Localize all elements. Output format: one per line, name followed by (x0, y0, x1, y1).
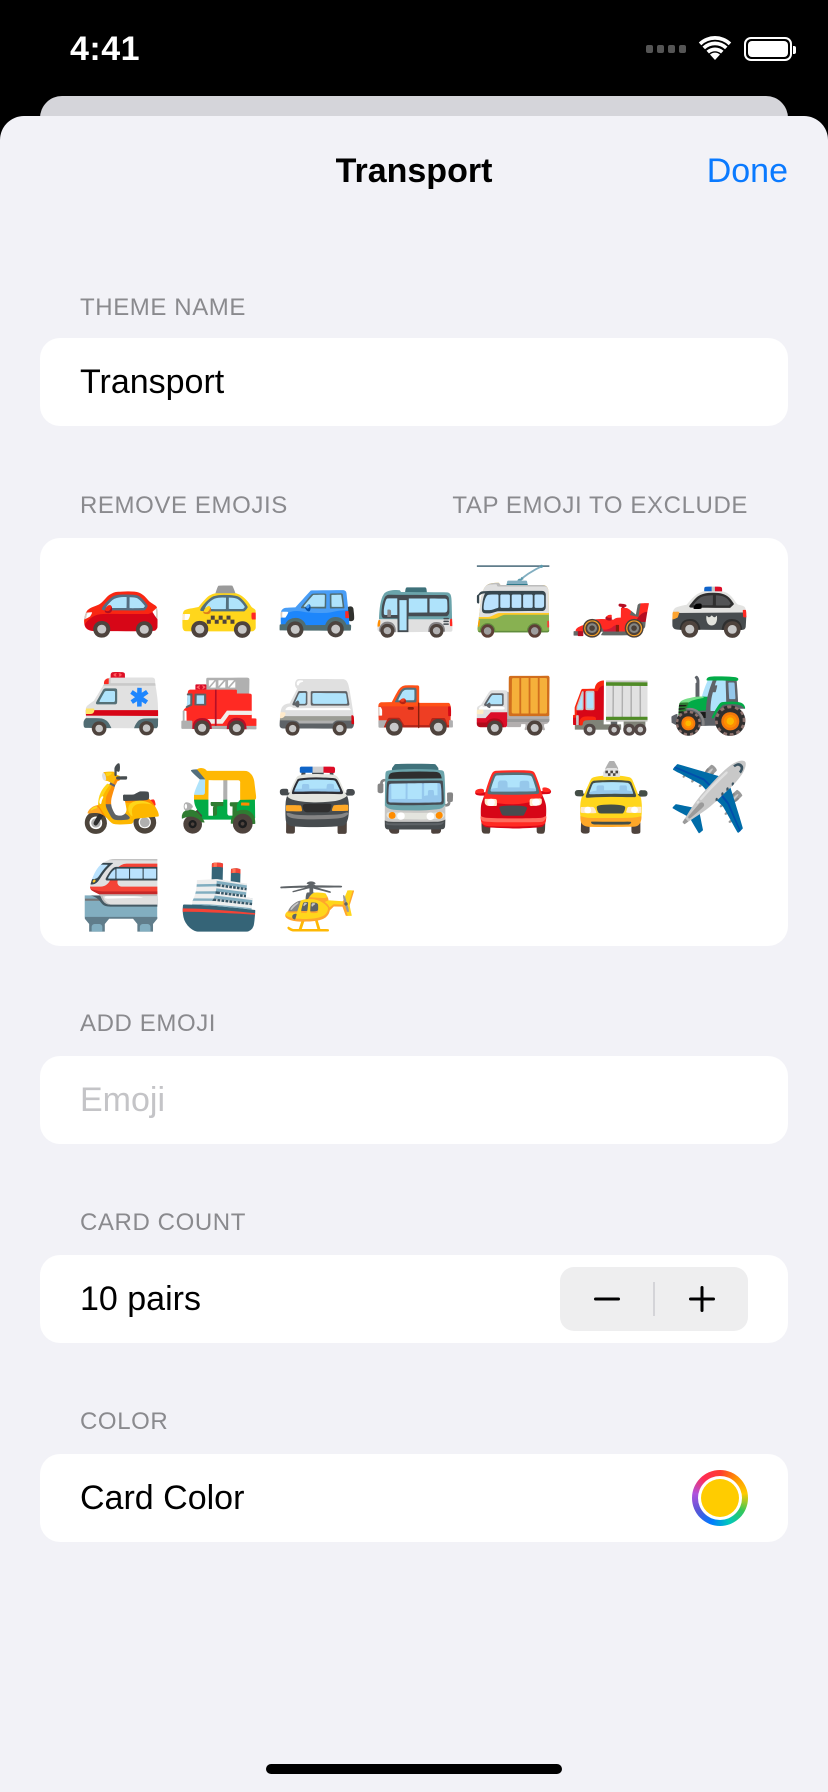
emoji-item[interactable]: 🚚 (472, 660, 554, 740)
home-indicator (266, 1764, 562, 1774)
color-picker-button[interactable] (692, 1470, 748, 1526)
theme-name-input[interactable] (80, 362, 748, 402)
emoji-item[interactable]: 🚁 (276, 856, 358, 936)
emoji-item[interactable]: 🛻 (374, 660, 456, 740)
emoji-item[interactable]: 🚔 (276, 758, 358, 838)
emoji-item[interactable]: 🚖 (570, 758, 652, 838)
color-well-ring (698, 1476, 742, 1520)
emoji-item[interactable]: 🚑 (80, 660, 162, 740)
emoji-item[interactable]: 🚕 (178, 562, 260, 642)
theme-editor-sheet: Transport Done THEME NAME REMOVE EMOJIS … (0, 116, 828, 1792)
remove-emojis-card: 🚗 🚕 🚙 🚌 🚎 🏎️ 🚓 🚑 🚒 🚐 🛻 🚚 🚛 🚜 🛵 🛺 🚔 🚍 🚘 🚖 ✈️ 🚝 🚢 🚁 (40, 538, 788, 946)
remove-emojis-header-label: REMOVE EMOJIS (80, 492, 288, 519)
emoji-grid: 🚗 🚕 🚙 🚌 🚎 🏎️ 🚓 🚑 🚒 🚐 🛻 🚚 🚛 🚜 🛵 🛺 🚔 🚍 🚘 🚖 ✈️ 🚝 🚢 🚁 (80, 562, 750, 936)
card-count-header: CARD COUNT (80, 1209, 748, 1237)
add-emoji-card (40, 1056, 788, 1144)
emoji-item[interactable]: 🚜 (668, 660, 750, 740)
emoji-item[interactable]: 🛵 (80, 758, 162, 838)
emoji-item[interactable]: 🚐 (276, 660, 358, 740)
emoji-item[interactable]: 🚌 (374, 562, 456, 642)
battery-icon (744, 37, 796, 61)
emoji-item[interactable]: 🚘 (472, 758, 554, 838)
emoji-item[interactable]: 🚢 (178, 856, 260, 936)
color-card: Card Color (40, 1454, 788, 1542)
add-emoji-header-label: ADD EMOJI (80, 1010, 217, 1037)
minus-icon (593, 1297, 620, 1301)
theme-name-header-label: THEME NAME (80, 294, 247, 321)
emoji-item[interactable]: 🚒 (178, 660, 260, 740)
card-color-label: Card Color (80, 1478, 245, 1517)
increment-button[interactable] (655, 1267, 748, 1331)
plus-icon (688, 1286, 715, 1312)
emoji-item[interactable]: 🚓 (668, 562, 750, 642)
color-header: COLOR (80, 1408, 748, 1436)
card-count-card: 10 pairs (40, 1255, 788, 1343)
cellular-signal-icon (646, 45, 686, 53)
emoji-item[interactable]: ✈️ (668, 758, 750, 838)
status-icons (646, 36, 796, 62)
emoji-item[interactable]: 🛺 (178, 758, 260, 838)
wifi-icon (698, 36, 732, 60)
theme-name-header: THEME NAME (80, 294, 748, 322)
emoji-item[interactable]: 🚗 (80, 562, 162, 642)
emoji-item[interactable]: 🏎️ (570, 562, 652, 642)
done-button[interactable]: Done (707, 152, 788, 191)
remove-emojis-header: REMOVE EMOJIS TAP EMOJI TO EXCLUDE (80, 492, 748, 520)
emoji-item[interactable]: 🚎 (472, 562, 554, 642)
card-count-header-label: CARD COUNT (80, 1209, 246, 1236)
add-emoji-input[interactable] (80, 1080, 748, 1120)
status-bar: 4:41 (0, 0, 828, 100)
card-count-label: 10 pairs (80, 1279, 201, 1318)
theme-name-row (80, 338, 748, 426)
emoji-item[interactable]: 🚝 (80, 856, 162, 936)
add-emoji-header: ADD EMOJI (80, 1010, 748, 1038)
emoji-item[interactable]: 🚛 (570, 660, 652, 740)
card-count-stepper (560, 1267, 748, 1331)
color-header-label: COLOR (80, 1408, 169, 1435)
screen: 4:41 Transport Done THEME NAME Transport… (0, 0, 828, 1792)
add-emoji-row (80, 1056, 748, 1144)
theme-name-card (40, 338, 788, 426)
status-time: 4:41 (70, 30, 141, 68)
decrement-button[interactable] (560, 1267, 653, 1331)
remove-emojis-hint: TAP EMOJI TO EXCLUDE (452, 492, 748, 519)
nav-title: Transport (335, 152, 493, 190)
card-color-row: Card Color (80, 1454, 748, 1542)
emoji-item[interactable]: 🚙 (276, 562, 358, 642)
color-swatch (701, 1479, 739, 1517)
emoji-item[interactable]: 🚍 (374, 758, 456, 838)
